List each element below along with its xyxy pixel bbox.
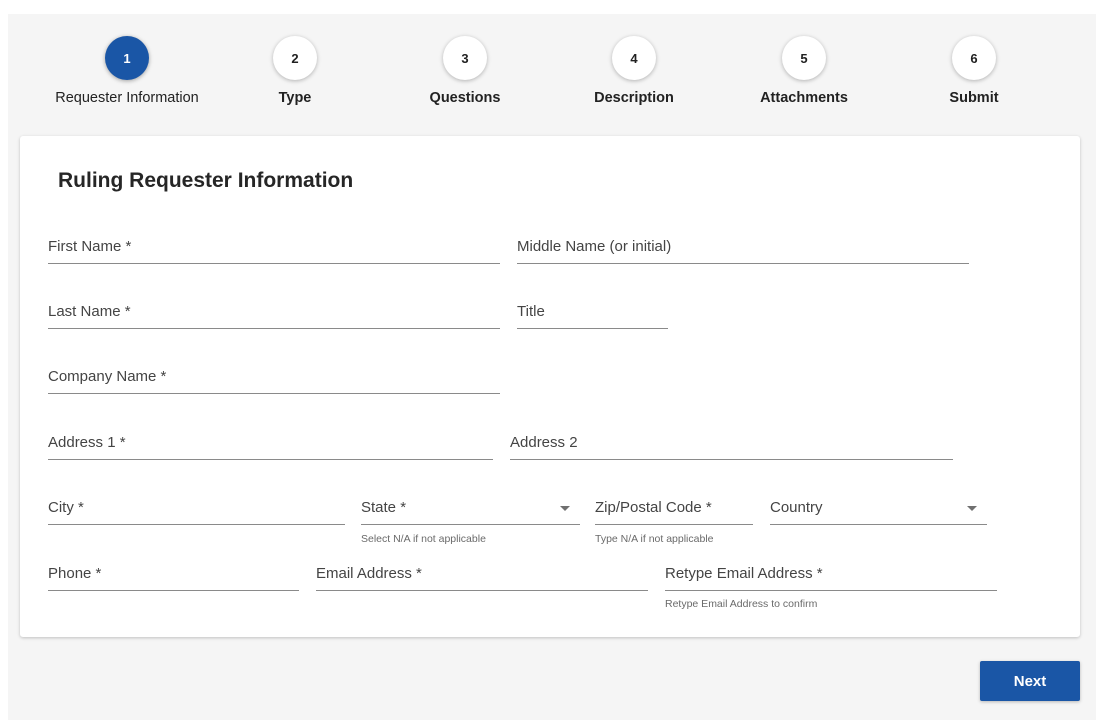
middle-name-field[interactable]: Middle Name (or initial) [517, 230, 969, 264]
city-field[interactable]: City * [48, 491, 345, 525]
first-name-input[interactable] [48, 230, 500, 264]
field-underline [48, 524, 345, 525]
state-label: State * [361, 499, 407, 516]
field-underline [48, 263, 500, 264]
address-2-field[interactable]: Address 2 [510, 426, 953, 460]
retype-email-input[interactable] [665, 557, 997, 591]
step-questions[interactable]: 3 Questions [375, 36, 555, 106]
state-select[interactable]: State * [361, 491, 580, 525]
step-number: 6 [952, 36, 996, 80]
step-label: Type [278, 90, 312, 106]
state-hint: Select N/A if not applicable [361, 533, 486, 545]
country-select[interactable]: Country [770, 491, 987, 525]
field-underline [517, 328, 668, 329]
step-number: 4 [612, 36, 656, 80]
retype-email-hint: Retype Email Address to confirm [665, 598, 818, 610]
address-1-input[interactable] [48, 426, 493, 460]
step-label: Questions [429, 90, 501, 106]
stepper: 1 Requester Information 2 Type 3 Questio… [8, 14, 1096, 124]
step-label: Description [594, 90, 674, 106]
step-label: Submit [949, 90, 999, 106]
email-field[interactable]: Email Address * [316, 557, 648, 591]
last-name-input[interactable] [48, 295, 500, 329]
last-name-field[interactable]: Last Name * [48, 295, 500, 329]
chevron-down-icon [967, 506, 977, 511]
field-underline [48, 459, 493, 460]
step-requester-information[interactable]: 1 Requester Information [37, 36, 217, 106]
phone-field[interactable]: Phone * [48, 557, 299, 591]
field-underline [48, 393, 500, 394]
step-type[interactable]: 2 Type [205, 36, 385, 106]
field-underline [665, 590, 997, 591]
field-underline [510, 459, 953, 460]
step-description[interactable]: 4 Description [544, 36, 724, 106]
field-underline [595, 524, 753, 525]
zip-hint: Type N/A if not applicable [595, 533, 714, 545]
middle-name-input[interactable] [517, 230, 969, 264]
step-number: 5 [782, 36, 826, 80]
title-field[interactable]: Title [517, 295, 668, 329]
step-submit[interactable]: 6 Submit [884, 36, 1064, 106]
step-label: Requester Information [55, 90, 199, 106]
zip-input[interactable] [595, 491, 753, 525]
city-input[interactable] [48, 491, 345, 525]
first-name-field[interactable]: First Name * [48, 230, 500, 264]
page: 1 Requester Information 2 Type 3 Questio… [8, 14, 1096, 720]
chevron-down-icon [560, 506, 570, 511]
email-input[interactable] [316, 557, 648, 591]
field-underline [517, 263, 969, 264]
field-underline [48, 328, 500, 329]
field-underline [48, 590, 299, 591]
address-1-field[interactable]: Address 1 * [48, 426, 493, 460]
zip-field[interactable]: Zip/Postal Code * [595, 491, 753, 525]
step-number: 3 [443, 36, 487, 80]
form-title: Ruling Requester Information [58, 169, 354, 192]
step-number: 1 [105, 36, 149, 80]
retype-email-field[interactable]: Retype Email Address * [665, 557, 997, 591]
field-underline [316, 590, 648, 591]
address-2-input[interactable] [510, 426, 953, 460]
step-attachments[interactable]: 5 Attachments [714, 36, 894, 106]
step-label: Attachments [760, 90, 848, 106]
company-name-field[interactable]: Company Name * [48, 360, 500, 394]
phone-input[interactable] [48, 557, 299, 591]
step-number: 2 [273, 36, 317, 80]
field-underline [361, 524, 580, 525]
requester-form-card: Ruling Requester Information First Name … [20, 136, 1080, 637]
country-label: Country [770, 499, 823, 516]
next-button[interactable]: Next [980, 661, 1080, 701]
title-input[interactable] [517, 295, 668, 329]
field-underline [770, 524, 987, 525]
company-name-input[interactable] [48, 360, 500, 394]
